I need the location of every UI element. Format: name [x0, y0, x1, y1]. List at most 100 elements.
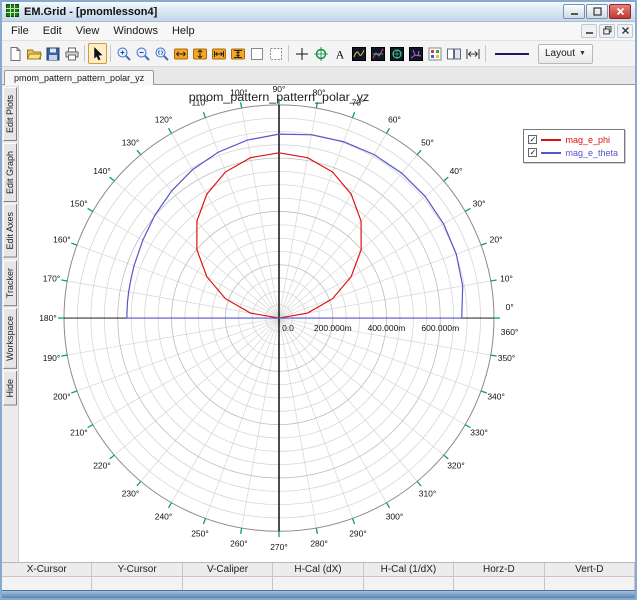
open-folder-icon[interactable] — [24, 43, 43, 64]
axis-scale-x-icon[interactable] — [171, 43, 190, 64]
close-button[interactable] — [609, 4, 631, 19]
svg-text:210°: 210° — [70, 428, 88, 438]
svg-text:180°: 180° — [39, 313, 57, 323]
tracker-icon[interactable] — [311, 43, 330, 64]
legend-checkbox[interactable]: ✓ — [528, 135, 537, 144]
legend-line-sample — [541, 152, 561, 154]
content-area: Edit Plots Edit Graph Edit Axes Tracker Work… — [2, 85, 635, 562]
toolbar: A Layout ▼ — [2, 41, 635, 67]
svg-text:260°: 260° — [230, 539, 248, 549]
menu-windows[interactable]: Windows — [106, 23, 165, 39]
axis-scale-y-icon[interactable] — [190, 43, 209, 64]
svg-text:150°: 150° — [70, 199, 88, 209]
legend-item: ✓ mag_e_phi — [528, 133, 618, 146]
svg-text:20°: 20° — [490, 235, 503, 245]
axis-fit-height-icon[interactable] — [228, 43, 247, 64]
sidebar-tab-tracker[interactable]: Tracker — [3, 260, 17, 306]
text-label-icon[interactable]: A — [330, 43, 349, 64]
mdi-minimize-button[interactable] — [581, 24, 597, 38]
svg-text:pmom_pattern_pattern_polar_yz: pmom_pattern_pattern_polar_yz — [189, 90, 370, 104]
legend-item: ✓ mag_e_theta — [528, 146, 618, 159]
sidebar-tab-edit-graph[interactable]: Edit Graph — [3, 143, 17, 202]
save-icon[interactable] — [43, 43, 62, 64]
menu-edit[interactable]: Edit — [36, 23, 69, 39]
checkbox-blank-icon[interactable] — [247, 43, 266, 64]
svg-text:A: A — [335, 47, 344, 61]
svg-text:400.000m: 400.000m — [368, 323, 406, 333]
layout-button-label: Layout — [545, 48, 575, 59]
svg-text:340°: 340° — [487, 391, 505, 401]
mdi-close-button[interactable] — [617, 24, 633, 38]
line-style-sample-icon[interactable] — [489, 43, 535, 64]
status-col-h-cal-dx-: H-Cal (dX) — [273, 563, 363, 577]
plot-thumbnail-color-icon[interactable] — [368, 43, 387, 64]
status-value-3 — [183, 577, 273, 591]
plot-thumbnail-3d-icon[interactable] — [406, 43, 425, 64]
split-panes-icon[interactable] — [444, 43, 463, 64]
legend-series-label: mag_e_theta — [565, 148, 618, 158]
mdi-child-controls — [579, 24, 633, 39]
sidebar: Edit Plots Edit Graph Edit Axes Tracker Work… — [2, 85, 19, 562]
tab-pmom-pattern-pattern-polar-yz[interactable]: pmom_pattern_pattern_polar_yz — [4, 70, 154, 85]
window-bottom-border — [2, 590, 635, 598]
sidebar-tab-hide[interactable]: Hide — [3, 371, 17, 406]
svg-text:0.0: 0.0 — [282, 323, 294, 333]
minimize-button[interactable] — [563, 4, 585, 19]
toolbar-separator — [288, 45, 289, 62]
sidebar-tab-workspace[interactable]: Workspace — [3, 308, 17, 369]
app-icon — [6, 4, 19, 20]
new-document-icon[interactable] — [5, 43, 24, 64]
svg-text:60°: 60° — [388, 115, 401, 125]
svg-text:310°: 310° — [419, 489, 437, 499]
chart-legend: ✓ mag_e_phi ✓ mag_e_theta — [523, 129, 625, 163]
plot-thumbnail-polar-icon[interactable] — [387, 43, 406, 64]
zoom-in-icon[interactable] — [114, 43, 133, 64]
toolbar-separator — [84, 45, 85, 62]
titlebar: EM.Grid - [pmomlesson4] — [2, 2, 635, 22]
svg-text:190°: 190° — [43, 353, 61, 363]
maximize-button[interactable] — [586, 4, 608, 19]
svg-text:0°: 0° — [506, 302, 514, 312]
document-tabstrip: pmom_pattern_pattern_polar_yz — [2, 67, 635, 85]
svg-text:120°: 120° — [155, 115, 173, 125]
status-value-5 — [364, 577, 454, 591]
crosshair-icon[interactable] — [292, 43, 311, 64]
status-col-horz-d: Horz-D — [454, 563, 544, 577]
plot-area: 0°10°20°30°40°50°60°70°80°90°100°110°120… — [19, 85, 635, 562]
menu-help[interactable]: Help — [165, 23, 202, 39]
svg-text:290°: 290° — [349, 528, 367, 538]
menu-file[interactable]: File — [4, 23, 36, 39]
zoom-window-icon[interactable] — [152, 43, 171, 64]
grid-palette-icon[interactable] — [425, 43, 444, 64]
svg-text:140°: 140° — [93, 166, 111, 176]
svg-text:30°: 30° — [473, 199, 486, 209]
svg-text:50°: 50° — [421, 138, 434, 148]
app-window: EM.Grid - [pmomlesson4] FileEditViewWind… — [0, 0, 637, 600]
menu-items: FileEditViewWindowsHelp — [4, 23, 579, 39]
zoom-out-icon[interactable] — [133, 43, 152, 64]
axis-fit-width-icon[interactable] — [209, 43, 228, 64]
svg-text:250°: 250° — [191, 528, 209, 538]
svg-text:600.000m: 600.000m — [421, 323, 459, 333]
mdi-restore-button[interactable] — [599, 24, 615, 38]
legend-series-label: mag_e_phi — [565, 135, 610, 145]
plot-thumbnail-dark-icon[interactable] — [349, 43, 368, 64]
checkbox-frame-icon[interactable] — [266, 43, 285, 64]
svg-text:230°: 230° — [122, 489, 140, 499]
window-title: EM.Grid - [pmomlesson4] — [24, 6, 557, 18]
sidebar-tab-edit-plots[interactable]: Edit Plots — [3, 87, 17, 141]
menu-view[interactable]: View — [69, 23, 107, 39]
status-value-4 — [273, 577, 363, 591]
svg-text:160°: 160° — [53, 235, 71, 245]
chevron-down-icon: ▼ — [579, 50, 586, 57]
status-col-h-cal-1-dx-: H-Cal (1/dX) — [364, 563, 454, 577]
expand-width-icon[interactable] — [463, 43, 482, 64]
print-icon[interactable] — [62, 43, 81, 64]
status-value-7 — [545, 577, 635, 591]
svg-text:130°: 130° — [122, 138, 140, 148]
sidebar-tab-edit-axes[interactable]: Edit Axes — [3, 204, 17, 258]
legend-checkbox[interactable]: ✓ — [528, 148, 537, 157]
layout-menu-button[interactable]: Layout ▼ — [538, 44, 593, 64]
svg-text:40°: 40° — [450, 166, 463, 176]
pointer-select-icon[interactable] — [88, 43, 107, 64]
